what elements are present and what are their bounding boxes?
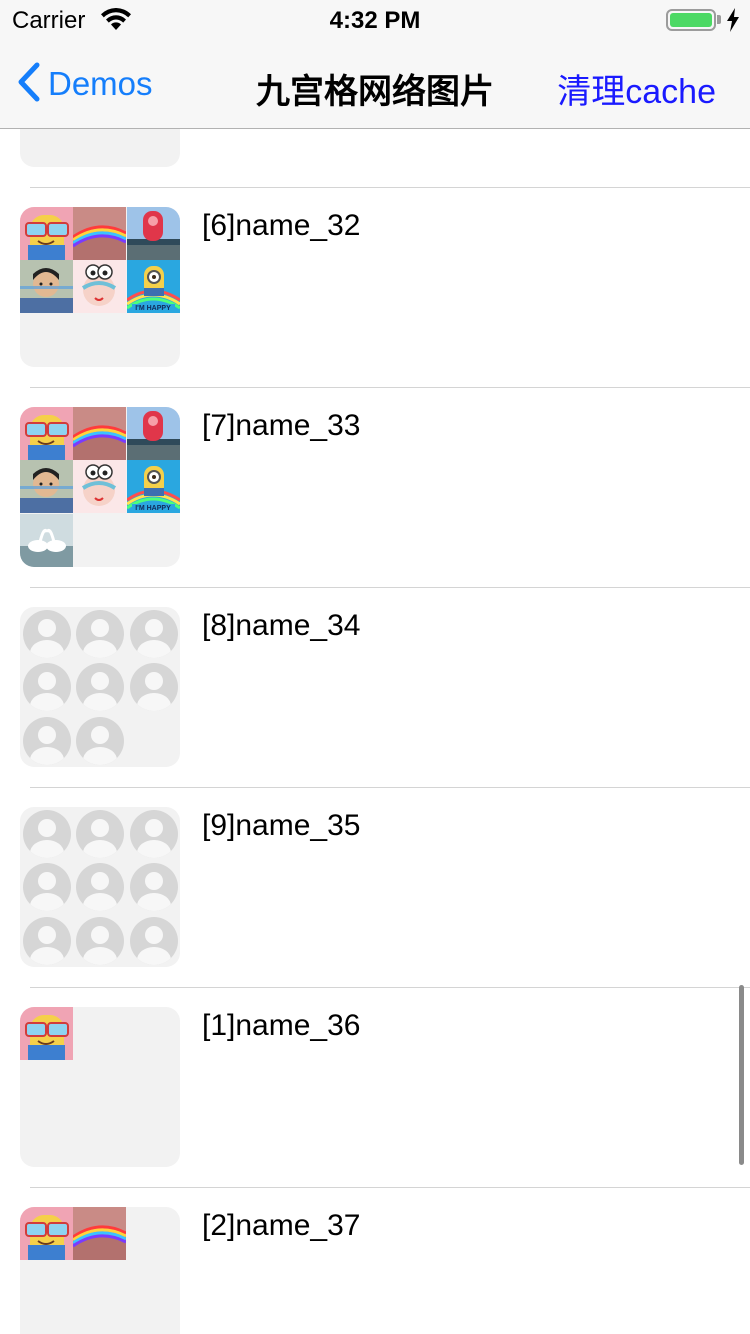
placeholder-avatar-icon[interactable]: [23, 916, 71, 965]
placeholder-avatar-icon[interactable]: [23, 610, 71, 658]
clear-cache-button[interactable]: 清理cache: [557, 64, 716, 113]
minion-glasses-photo[interactable]: [20, 1207, 73, 1260]
screen: Carrier 4:32 PM Demos 九宫格网络图片 清理cache I'…: [0, 0, 750, 1334]
cell-title: [9]name_35: [202, 809, 361, 842]
rainbow-photo[interactable]: [73, 407, 127, 460]
placeholder-avatar-icon[interactable]: [76, 716, 125, 765]
table-row[interactable]: [8]name_34: [0, 587, 750, 788]
battery-level: [670, 13, 712, 27]
table-row[interactable]: I'M HAPPY [6]name_32: [0, 187, 750, 388]
cell-title: [8]name_34: [202, 609, 361, 642]
cell-title: [2]name_37: [202, 1209, 361, 1242]
navigation-bar: Demos 九宫格网络图片 清理cache: [0, 40, 750, 129]
table-row[interactable]: [0, 129, 750, 188]
placeholder-avatar-icon[interactable]: [23, 863, 71, 912]
clock: 4:32 PM: [329, 7, 421, 34]
placeholder-avatar-icon[interactable]: [76, 863, 125, 912]
back-button-label: Demos: [48, 65, 153, 102]
placeholder-avatar-icon[interactable]: [76, 810, 125, 858]
image-grid: [20, 807, 180, 967]
placeholder-avatar-icon[interactable]: [129, 863, 178, 912]
cell-title: [6]name_32: [202, 209, 361, 242]
table-row[interactable]: I'M HAPPY [7]name_33: [0, 387, 750, 588]
boy-photo[interactable]: [20, 260, 73, 314]
placeholder-avatar-icon[interactable]: [23, 716, 71, 765]
minion-glasses-photo[interactable]: [20, 407, 73, 460]
placeholder-avatar-icon[interactable]: [76, 916, 125, 965]
cartoon-girl-photo[interactable]: [73, 260, 127, 314]
swans-photo[interactable]: [20, 513, 73, 567]
coast-photo[interactable]: [126, 407, 180, 460]
coast-photo[interactable]: [126, 207, 180, 260]
minion-happy-photo[interactable]: I'M HAPPY: [126, 260, 180, 314]
back-button[interactable]: Demos: [16, 62, 153, 106]
chevron-left-icon: [16, 62, 40, 107]
cell-title: [1]name_36: [202, 1009, 361, 1042]
placeholder-avatar-icon[interactable]: [129, 810, 178, 858]
rainbow-photo[interactable]: [73, 1207, 127, 1260]
battery-icon: [666, 9, 716, 31]
table-row[interactable]: [2]name_37: [0, 1187, 750, 1334]
minion-glasses-photo[interactable]: [20, 1007, 73, 1060]
table-row[interactable]: [9]name_35: [0, 787, 750, 988]
svg-text:I'M HAPPY: I'M HAPPY: [135, 505, 171, 512]
minion-happy-photo[interactable]: I'M HAPPY: [126, 460, 180, 514]
image-grid: [20, 1007, 180, 1167]
image-grid: [20, 607, 180, 767]
image-grid: [20, 129, 180, 167]
placeholder-avatar-icon[interactable]: [23, 810, 71, 858]
placeholder-avatar-icon[interactable]: [76, 610, 125, 658]
boy-photo[interactable]: [20, 460, 73, 514]
placeholder-avatar-icon[interactable]: [129, 610, 178, 658]
svg-text:I'M HAPPY: I'M HAPPY: [135, 305, 171, 312]
image-grid: I'M HAPPY: [20, 207, 180, 367]
cartoon-girl-photo[interactable]: [73, 460, 127, 514]
charging-bolt-icon: [726, 8, 740, 37]
rainbow-photo[interactable]: [73, 207, 127, 260]
placeholder-avatar-icon[interactable]: [129, 663, 178, 712]
image-grid: [20, 1207, 180, 1334]
placeholder-avatar-icon[interactable]: [129, 916, 178, 965]
table-row[interactable]: [1]name_36: [0, 987, 750, 1188]
scroll-indicator[interactable]: [739, 985, 744, 1165]
cell-title: [7]name_33: [202, 409, 361, 442]
minion-glasses-photo[interactable]: [20, 207, 73, 260]
battery-cap: [717, 15, 721, 24]
table-view[interactable]: I'M HAPPY [6]name_32 I'M HAPPY [7]name_33 [8…: [0, 129, 750, 1334]
placeholder-avatar-icon[interactable]: [23, 663, 71, 712]
status-bar: Carrier 4:32 PM: [0, 0, 750, 40]
placeholder-avatar-icon[interactable]: [76, 663, 125, 712]
image-grid: I'M HAPPY: [20, 407, 180, 567]
